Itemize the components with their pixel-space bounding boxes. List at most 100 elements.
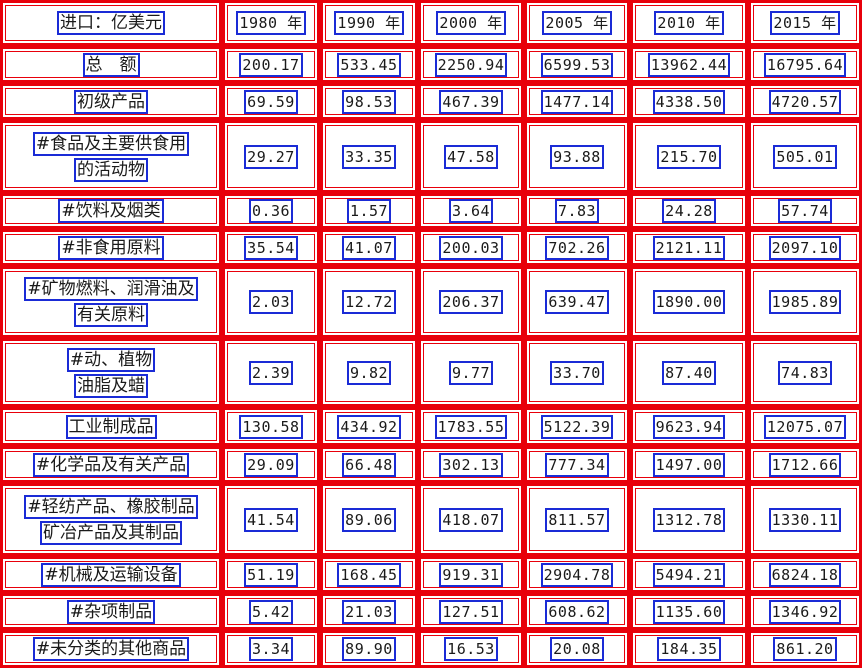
row-label-cell: #杂项制品 <box>0 593 222 630</box>
cell-value: 2904.78 <box>540 562 614 587</box>
value-cell: 418.07 <box>418 483 524 556</box>
value-cell: 200.17 <box>222 46 320 83</box>
row-label-cell: 总 额 <box>0 46 222 83</box>
value-cell: 1477.14 <box>524 83 630 120</box>
value-cell: 1985.89 <box>748 266 862 338</box>
value-cell: 24.28 <box>630 193 748 229</box>
cell-value: 418.07 <box>439 507 503 532</box>
value-cell: 2.39 <box>222 338 320 407</box>
row-label-cell: 工业制成品 <box>0 407 222 446</box>
cell-value: 7.83 <box>554 199 600 223</box>
value-cell: 1135.60 <box>630 593 748 630</box>
table-row: #食品及主要供食用 的活动物 29.27 33.35 47.58 93.88 215.70 5… <box>0 120 862 193</box>
value-cell: 9623.94 <box>630 407 748 446</box>
row-label-text: #轻纺产品、橡胶制品 <box>24 494 198 519</box>
row-label-text: 工业制成品 <box>65 414 157 439</box>
cell-value: 33.35 <box>342 144 396 169</box>
cell-value: 434.92 <box>337 414 401 439</box>
row-label-cell: #饮料及烟类 <box>0 193 222 229</box>
cell-value: 74.83 <box>778 360 832 385</box>
row-label-cell: 初级产品 <box>0 83 222 120</box>
cell-value: 6599.53 <box>540 52 614 77</box>
cell-value: 3.34 <box>248 637 294 661</box>
row-label-text: #杂项制品 <box>66 599 156 624</box>
cell-value: 200.17 <box>239 52 303 77</box>
value-cell: 41.07 <box>320 229 418 266</box>
value-cell: 5122.39 <box>524 407 630 446</box>
value-cell: 206.37 <box>418 266 524 338</box>
row-label-cell: #非食用原料 <box>0 229 222 266</box>
value-cell: 3.34 <box>222 630 320 668</box>
cell-value: 1312.78 <box>652 507 726 532</box>
row-label-text: #未分类的其他商品 <box>32 637 190 661</box>
value-cell: 21.03 <box>320 593 418 630</box>
cell-value: 93.88 <box>550 144 604 169</box>
cell-value: 302.13 <box>439 452 503 477</box>
value-cell: 811.57 <box>524 483 630 556</box>
value-cell: 861.20 <box>748 630 862 668</box>
cell-value: 2010 年 <box>654 11 724 35</box>
row-label-text: #矿物燃料、润滑油及 <box>24 277 198 301</box>
cell-value: 168.45 <box>337 562 401 587</box>
cell-value: 9623.94 <box>652 414 726 439</box>
cell-value: 5122.39 <box>540 414 614 439</box>
value-cell: 130.58 <box>222 407 320 446</box>
cell-value: 29.27 <box>244 144 298 169</box>
cell-value: 35.54 <box>244 235 298 260</box>
cell-value: 130.58 <box>239 414 303 439</box>
cell-value: 89.90 <box>342 637 396 661</box>
cell-value: 467.39 <box>439 89 503 114</box>
value-cell: 93.88 <box>524 120 630 193</box>
cell-value: 57.74 <box>778 199 832 223</box>
value-cell: 0.36 <box>222 193 320 229</box>
table-row: #杂项制品 5.42 21.03 127.51 608.62 1135.60 1346.92 <box>0 593 862 630</box>
header-year-cell: 2015 年 <box>748 0 862 46</box>
row-label-text: #非食用原料 <box>58 235 164 260</box>
cell-value: 1783.55 <box>434 414 508 439</box>
value-cell: 69.59 <box>222 83 320 120</box>
row-label-text: 的活动物 <box>74 157 148 182</box>
value-cell: 16795.64 <box>748 46 862 83</box>
row-label-text: 有关原料 <box>74 303 148 327</box>
cell-value: 2121.11 <box>652 235 726 260</box>
row-label-text: 矿冶产品及其制品 <box>40 520 182 545</box>
cell-value: 29.09 <box>244 452 298 477</box>
cell-value: 1980 年 <box>236 11 306 35</box>
value-cell: 919.31 <box>418 556 524 593</box>
cell-value: 4338.50 <box>652 89 726 114</box>
cell-value: 639.47 <box>545 290 609 314</box>
value-cell: 33.70 <box>524 338 630 407</box>
value-cell: 777.34 <box>524 446 630 483</box>
value-cell: 89.06 <box>320 483 418 556</box>
value-cell: 1497.00 <box>630 446 748 483</box>
row-label-text: 总 额 <box>82 52 140 77</box>
cell-value: 2005 年 <box>542 11 612 35</box>
value-cell: 434.92 <box>320 407 418 446</box>
header-year-cell: 2010 年 <box>630 0 748 46</box>
value-cell: 1890.00 <box>630 266 748 338</box>
cell-value: 2097.10 <box>768 235 842 260</box>
cell-value: 98.53 <box>342 89 396 114</box>
value-cell: 215.70 <box>630 120 748 193</box>
cell-value: 777.34 <box>545 452 609 477</box>
value-cell: 5494.21 <box>630 556 748 593</box>
cell-value: 861.20 <box>773 637 837 661</box>
table-row: #矿物燃料、润滑油及 有关原料 2.03 12.72 206.37 639.47 1890.… <box>0 266 862 338</box>
cell-value: 200.03 <box>439 235 503 260</box>
header-title-cell: 进口：亿美元 <box>0 0 222 46</box>
cell-value: 3.64 <box>448 199 494 223</box>
value-cell: 9.82 <box>320 338 418 407</box>
cell-value: 9.82 <box>346 360 392 385</box>
cell-value: 66.48 <box>342 452 396 477</box>
row-label-text: #食品及主要供食用 <box>32 131 190 156</box>
value-cell: 1346.92 <box>748 593 862 630</box>
value-cell: 41.54 <box>222 483 320 556</box>
cell-value: 24.28 <box>662 199 716 223</box>
cell-value: 12075.07 <box>763 414 847 439</box>
cell-value: 0.36 <box>248 199 294 223</box>
value-cell: 9.77 <box>418 338 524 407</box>
value-cell: 33.35 <box>320 120 418 193</box>
value-cell: 12075.07 <box>748 407 862 446</box>
cell-value: 89.06 <box>342 507 396 532</box>
value-cell: 702.26 <box>524 229 630 266</box>
